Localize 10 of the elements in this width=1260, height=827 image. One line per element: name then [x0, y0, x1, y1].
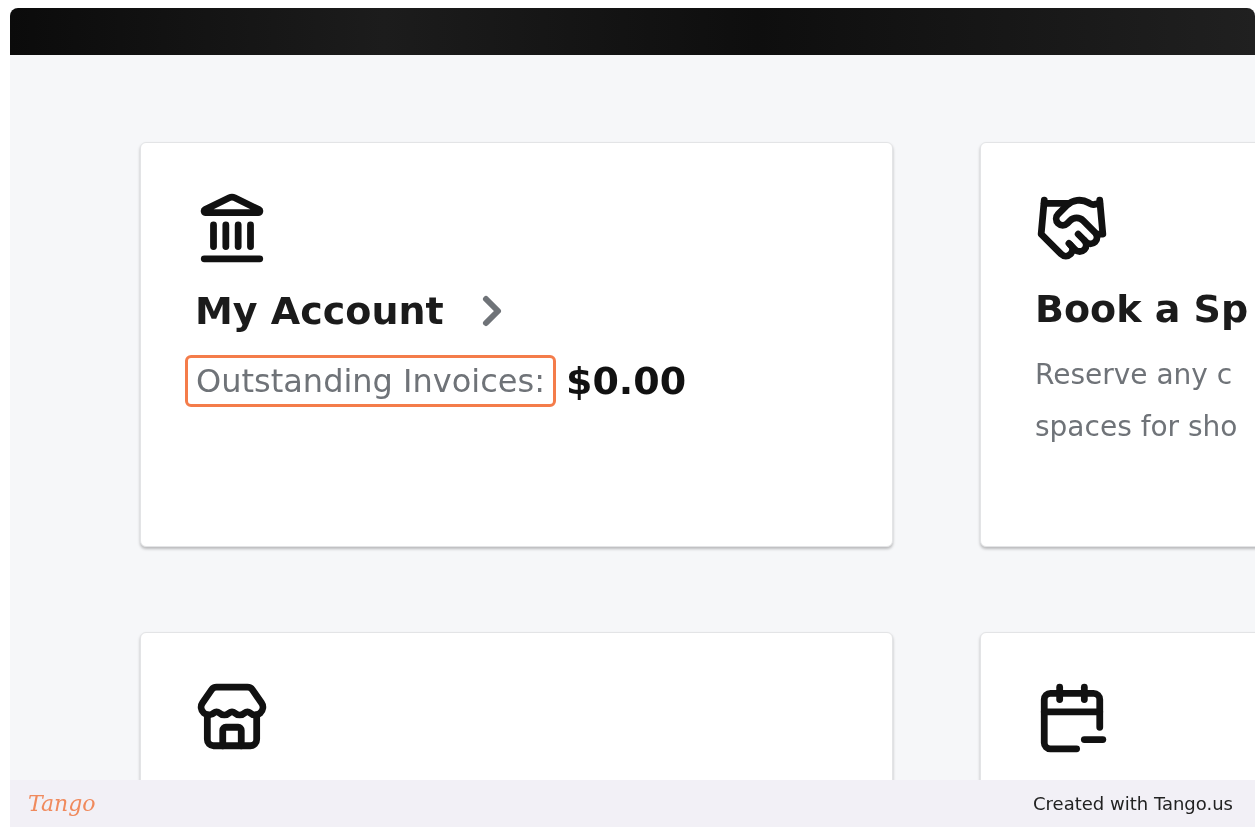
footer-credit: Created with Tango.us — [1033, 793, 1233, 814]
card-title: My Account — [195, 289, 444, 333]
card-title: Book a Sp — [1035, 287, 1249, 331]
dashboard-card[interactable]: Book a Sp Reserve any c spaces for sho — [980, 142, 1255, 547]
footer-logo: Tango — [28, 791, 96, 816]
dashboard-card[interactable]: My Account Outstanding Invoices: $0.00 — [140, 142, 893, 547]
card-description: spaces for sho — [1035, 409, 1239, 445]
card-description: Reserve any c — [1035, 357, 1234, 393]
invoices-amount: $0.00 — [565, 359, 687, 403]
invoices-label: Outstanding Invoices: — [185, 355, 556, 407]
